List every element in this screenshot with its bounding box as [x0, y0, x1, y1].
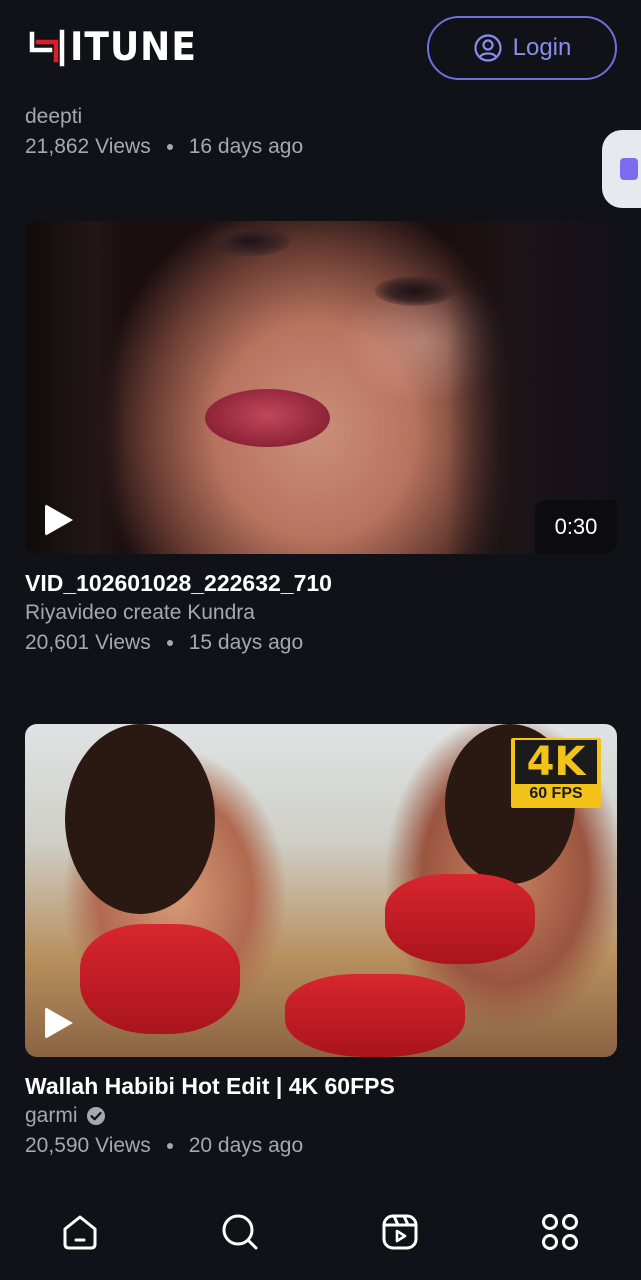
quality-badge-main: 4K — [515, 740, 597, 784]
thumbnail-detail — [385, 874, 535, 964]
reels-icon — [382, 1214, 418, 1250]
home-icon — [63, 1215, 97, 1250]
upload-age: 15 days ago — [188, 631, 304, 654]
nav-search[interactable] — [218, 1210, 262, 1254]
video-card[interactable]: 0:30 VID_102601028_222632_710 Riyavideo … — [25, 221, 617, 658]
quality-badge-sub: 60 FPS — [529, 785, 583, 802]
thumbnail-image — [65, 724, 215, 914]
app-root: ITUNE Login deepti 21,862 Views 16 days … — [0, 0, 641, 1280]
duration-badge: 0:30 — [535, 500, 617, 554]
view-count: 20,601 Views — [25, 631, 151, 654]
video-card[interactable]: 4K 60 FPS Wallah Habibi Hot Edit | 4K 60… — [25, 724, 617, 1161]
quality-badge: 4K 60 FPS — [511, 738, 601, 808]
login-label: Login — [512, 34, 572, 61]
partial-video-meta: deepti 21,862 Views 16 days ago — [25, 102, 303, 162]
logo-mark-icon — [29, 29, 65, 67]
upload-age: 20 days ago — [188, 1134, 304, 1157]
play-icon[interactable] — [45, 504, 73, 536]
thumbnail-detail — [205, 389, 330, 447]
bottom-navigation — [0, 1190, 641, 1280]
side-drawer-tab[interactable] — [602, 130, 641, 208]
site-logo[interactable]: ITUNE — [28, 25, 197, 70]
search-icon — [222, 1214, 258, 1250]
video-title[interactable]: VID_102601028_222632_710 — [25, 568, 617, 598]
top-header: ITUNE Login — [0, 0, 641, 100]
video-stats: 21,862 Views 16 days ago — [25, 132, 303, 162]
verified-icon — [86, 1107, 105, 1125]
video-stats: 20,590 Views 20 days ago — [25, 1131, 617, 1161]
logo-text: ITUNE — [70, 25, 197, 70]
channel-name[interactable]: Riyavideo create Kundra — [25, 598, 617, 628]
play-icon[interactable] — [45, 1007, 73, 1039]
video-stats: 20,601 Views 15 days ago — [25, 628, 617, 658]
upload-age: 16 days ago — [188, 135, 304, 158]
apps-grid-icon — [542, 1214, 578, 1250]
thumbnail-image — [25, 221, 125, 554]
channel-row: garmi — [25, 1101, 617, 1131]
video-thumbnail[interactable]: 4K 60 FPS — [25, 724, 617, 1057]
speaker-icon — [620, 158, 638, 180]
channel-name[interactable]: deepti — [25, 102, 303, 132]
nav-more[interactable] — [538, 1210, 582, 1254]
thumbnail-detail — [285, 974, 465, 1057]
separator-dot — [166, 1143, 173, 1149]
thumbnail-detail — [210, 226, 290, 256]
view-count: 21,862 Views — [25, 135, 151, 158]
separator-dot — [166, 144, 173, 150]
channel-name[interactable]: garmi — [25, 1101, 78, 1131]
video-title[interactable]: Wallah Habibi Hot Edit | 4K 60FPS — [25, 1071, 617, 1101]
nav-home[interactable] — [58, 1210, 102, 1254]
thumbnail-detail — [80, 924, 240, 1034]
nav-reels[interactable] — [378, 1210, 422, 1254]
separator-dot — [166, 640, 173, 646]
user-circle-icon — [474, 34, 502, 62]
thumbnail-detail — [375, 276, 455, 306]
video-thumbnail[interactable]: 0:30 — [25, 221, 617, 554]
login-button[interactable]: Login — [427, 16, 617, 80]
view-count: 20,590 Views — [25, 1134, 151, 1157]
